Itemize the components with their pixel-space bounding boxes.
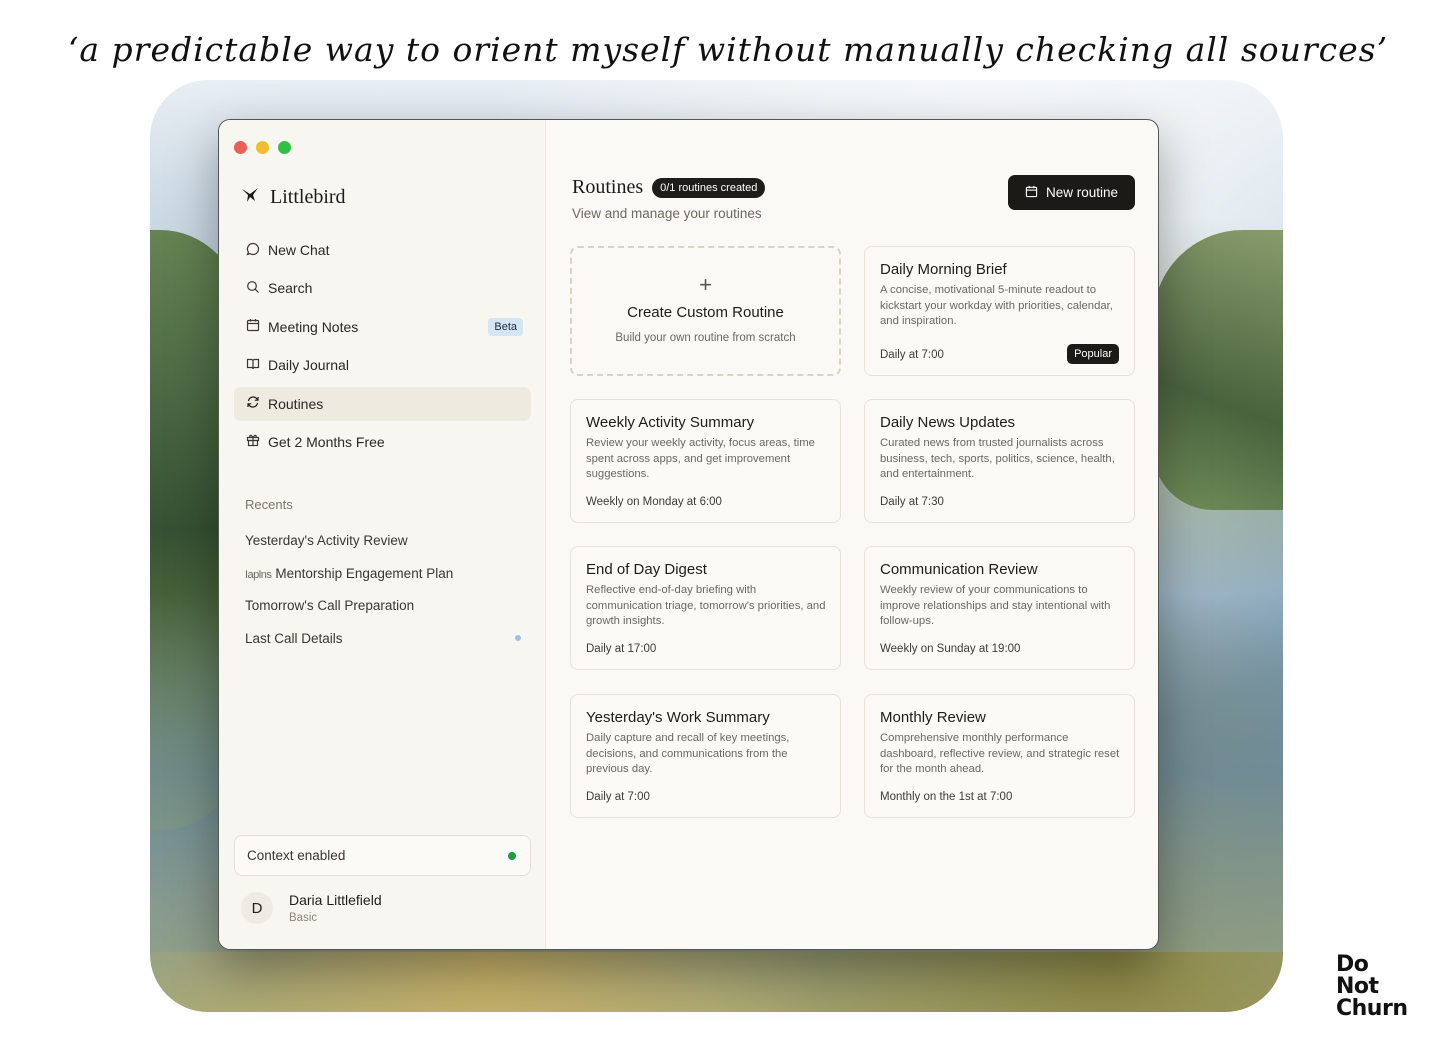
user-profile[interactable]: D Daria Littlefield Basic bbox=[241, 892, 382, 924]
app-window: Littlebird New Chat Search Meeting Notes… bbox=[218, 119, 1159, 950]
avatar: D bbox=[241, 892, 273, 924]
bird-icon bbox=[241, 186, 261, 209]
card-schedule: Daily at 7:00 bbox=[880, 349, 944, 361]
routine-card-monthly-review[interactable]: Monthly Review Comprehensive monthly per… bbox=[864, 694, 1135, 818]
maximize-window-button[interactable] bbox=[278, 141, 291, 154]
page-title: Routines bbox=[572, 176, 644, 198]
recent-item-label: Iaplns Mentorship Engagement Plan bbox=[245, 565, 454, 581]
recents-list: Yesterday's Activity Review Iaplns Mentor… bbox=[245, 524, 525, 655]
sidebar-item-search[interactable]: Search bbox=[234, 271, 531, 305]
card-title: Yesterday's Work Summary bbox=[586, 709, 770, 726]
new-routine-label: New routine bbox=[1045, 185, 1119, 200]
sidebar-item-label: Daily Journal bbox=[268, 357, 349, 374]
book-icon bbox=[246, 357, 260, 374]
card-desc: Review your weekly activity, focus areas… bbox=[586, 437, 815, 480]
close-window-button[interactable] bbox=[234, 141, 247, 154]
routine-card-yesterdays-work-summary[interactable]: Yesterday's Work Summary Daily capture a… bbox=[570, 694, 841, 818]
brand: Littlebird bbox=[241, 186, 346, 209]
card-desc: Comprehensive monthly performance dashbo… bbox=[880, 732, 1120, 775]
logo-line: Churn bbox=[1336, 996, 1408, 1021]
recent-item[interactable]: Iaplns Mentorship Engagement Plan bbox=[245, 557, 525, 590]
card-desc: Daily capture and recall of key meetings… bbox=[586, 732, 790, 775]
sidebar-item-label: Meeting Notes bbox=[268, 318, 359, 335]
card-schedule: Weekly on Monday at 6:00 bbox=[586, 496, 722, 508]
sidebar-item-get-2-months-free[interactable]: Get 2 Months Free bbox=[234, 425, 531, 459]
recent-item[interactable]: Yesterday's Activity Review bbox=[245, 524, 525, 557]
card-schedule: Monthly on the 1st at 7:00 bbox=[880, 791, 1013, 803]
card-desc: Curated news from trusted journalists ac… bbox=[880, 437, 1115, 480]
card-schedule: Daily at 17:00 bbox=[586, 643, 657, 655]
unread-indicator bbox=[515, 635, 521, 642]
profile-plan: Basic bbox=[289, 912, 318, 924]
sidebar-item-label: Routines bbox=[268, 395, 324, 412]
sidebar-nav: New Chat Search Meeting Notes Beta Daily… bbox=[234, 233, 531, 463]
recent-item[interactable]: Last Call Details bbox=[245, 622, 525, 655]
context-toggle[interactable]: Context enabled bbox=[234, 835, 531, 876]
card-desc: Weekly review of your communications to … bbox=[880, 584, 1111, 627]
card-schedule: Daily at 7:30 bbox=[880, 496, 944, 508]
sidebar-item-label: Search bbox=[268, 280, 313, 297]
plus-icon: + bbox=[699, 272, 712, 297]
sidebar: Littlebird New Chat Search Meeting Notes… bbox=[219, 120, 546, 949]
sidebar-item-routines[interactable]: Routines bbox=[234, 386, 531, 421]
card-desc: Build your own routine from scratch bbox=[615, 332, 796, 344]
profile-name: Daria Littlefield bbox=[289, 892, 382, 908]
routine-card-communication-review[interactable]: Communication Review Weekly review of yo… bbox=[864, 546, 1135, 670]
card-desc: Reflective end-of-day briefing with comm… bbox=[586, 584, 826, 627]
sidebar-item-label: Get 2 Months Free bbox=[268, 433, 385, 450]
brand-name: Littlebird bbox=[270, 186, 346, 208]
routine-card-end-of-day-digest[interactable]: End of Day Digest Reflective end-of-day … bbox=[570, 546, 841, 670]
chat-bubble-icon bbox=[246, 242, 260, 259]
recent-item-label: Tomorrow's Call Preparation bbox=[245, 598, 415, 614]
sidebar-item-daily-journal[interactable]: Daily Journal bbox=[234, 348, 531, 382]
logo-line: Do bbox=[1336, 952, 1369, 977]
card-schedule: Daily at 7:00 bbox=[586, 791, 650, 803]
calendar-icon bbox=[246, 318, 260, 335]
sidebar-item-new-chat[interactable]: New Chat bbox=[234, 233, 531, 267]
card-title: Daily News Updates bbox=[880, 414, 1016, 431]
popular-badge: Popular bbox=[1067, 344, 1119, 364]
gift-icon bbox=[246, 433, 260, 450]
caption-quote: ‘a predictable way to orient myself with… bbox=[67, 30, 1389, 69]
context-label: Context enabled bbox=[247, 848, 346, 863]
create-custom-routine-card[interactable]: + Create Custom Routine Build your own r… bbox=[570, 246, 841, 376]
page-subtitle: View and manage your routines bbox=[572, 206, 762, 221]
minimize-window-button[interactable] bbox=[256, 141, 269, 154]
card-title: Communication Review bbox=[880, 561, 1038, 578]
logo-line: Not bbox=[1336, 974, 1379, 999]
card-title: Daily Morning Brief bbox=[880, 261, 1007, 278]
search-icon bbox=[246, 280, 260, 297]
refresh-icon bbox=[246, 395, 260, 412]
card-title: Weekly Activity Summary bbox=[586, 414, 755, 431]
recent-item-label: Yesterday's Activity Review bbox=[245, 532, 408, 548]
window-controls bbox=[234, 141, 291, 154]
routine-card-daily-morning-brief[interactable]: Daily Morning Brief A concise, motivatio… bbox=[864, 246, 1135, 376]
mountain-right bbox=[1153, 230, 1283, 510]
card-title: Monthly Review bbox=[880, 709, 986, 726]
card-title: Create Custom Routine bbox=[627, 304, 784, 321]
card-schedule: Weekly on Sunday at 19:00 bbox=[880, 643, 1021, 655]
new-routine-button[interactable]: New routine bbox=[1008, 175, 1135, 210]
do-not-churn-logo: Do Not Churn bbox=[1336, 952, 1408, 1021]
beta-badge: Beta bbox=[488, 317, 523, 336]
routines-count-badge: 0/1 routines created bbox=[652, 177, 766, 198]
recent-item[interactable]: Tomorrow's Call Preparation bbox=[245, 589, 525, 622]
recents-heading: Recents bbox=[245, 497, 293, 512]
card-desc: A concise, motivational 5-minute readout… bbox=[880, 284, 1113, 327]
sidebar-item-label: New Chat bbox=[268, 242, 330, 258]
routine-card-daily-news-updates[interactable]: Daily News Updates Curated news from tru… bbox=[864, 399, 1135, 523]
page-header: Routines 0/1 routines created bbox=[572, 176, 766, 199]
card-title: End of Day Digest bbox=[586, 561, 707, 578]
context-status-dot bbox=[508, 851, 516, 860]
main-content: Routines 0/1 routines created View and m… bbox=[546, 120, 1158, 949]
sidebar-item-meeting-notes[interactable]: Meeting Notes Beta bbox=[234, 310, 531, 344]
routine-card-weekly-activity-summary[interactable]: Weekly Activity Summary Review your week… bbox=[570, 399, 841, 523]
recent-item-label: Last Call Details bbox=[245, 630, 343, 646]
calendar-plus-icon bbox=[1025, 185, 1038, 201]
recent-item-prefix: Iaplns bbox=[245, 568, 272, 581]
